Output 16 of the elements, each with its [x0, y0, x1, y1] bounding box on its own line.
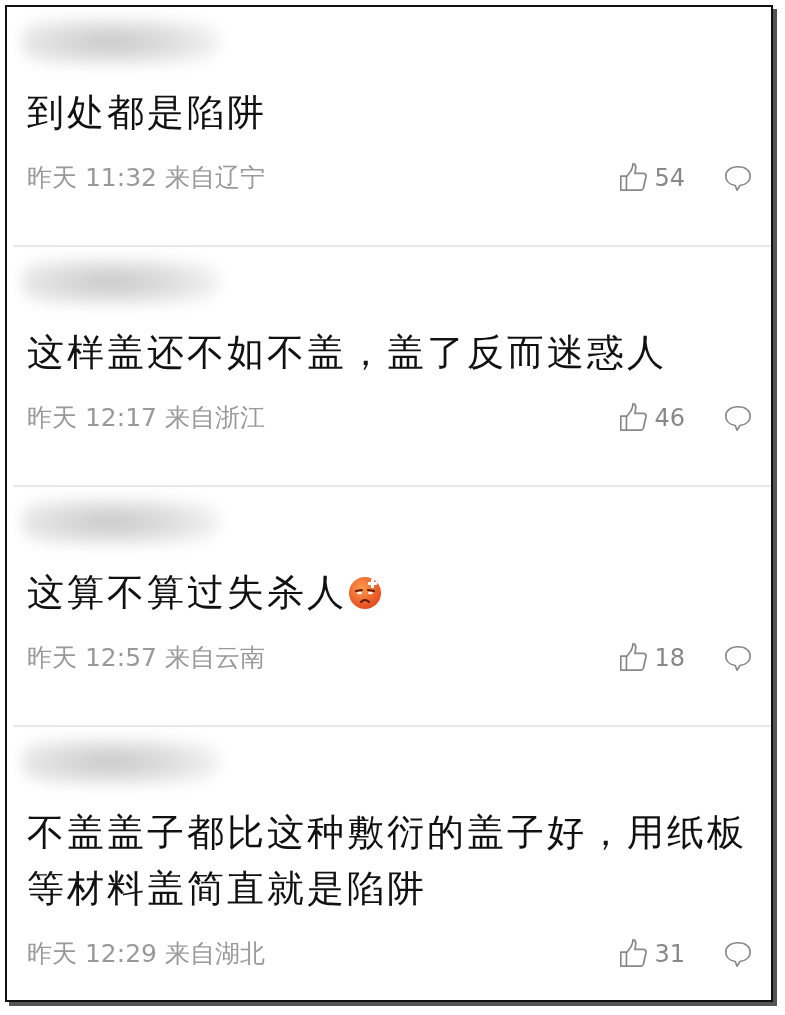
- thumbs-up-icon: [618, 402, 649, 433]
- like-button[interactable]: 31: [618, 938, 685, 969]
- comment-meta: 昨天 12:29 来自湖北: [27, 938, 266, 970]
- comment-meta: 昨天 12:57 来自云南: [27, 642, 266, 674]
- comment-meta: 昨天 12:17 来自浙江: [27, 402, 266, 434]
- thumbs-up-icon: [618, 162, 649, 193]
- comment-meta: 昨天 11:32 来自辽宁: [27, 162, 266, 194]
- thumbs-up-icon: [618, 642, 649, 673]
- comment-text: 到处都是陷阱: [27, 90, 267, 136]
- thumbs-up-icon: [618, 938, 649, 969]
- like-button[interactable]: 54: [618, 162, 685, 193]
- like-button[interactable]: 18: [618, 642, 685, 673]
- comment-text: 这算不算过失杀人: [27, 570, 347, 616]
- like-button[interactable]: 46: [618, 402, 685, 433]
- comment-text: 不盖盖子都比这种敷衍的盖子好，用纸板等材料盖简直就是陷阱: [27, 810, 748, 912]
- comment-text: 这样盖还不如不盖，盖了反而迷惑人: [27, 330, 667, 376]
